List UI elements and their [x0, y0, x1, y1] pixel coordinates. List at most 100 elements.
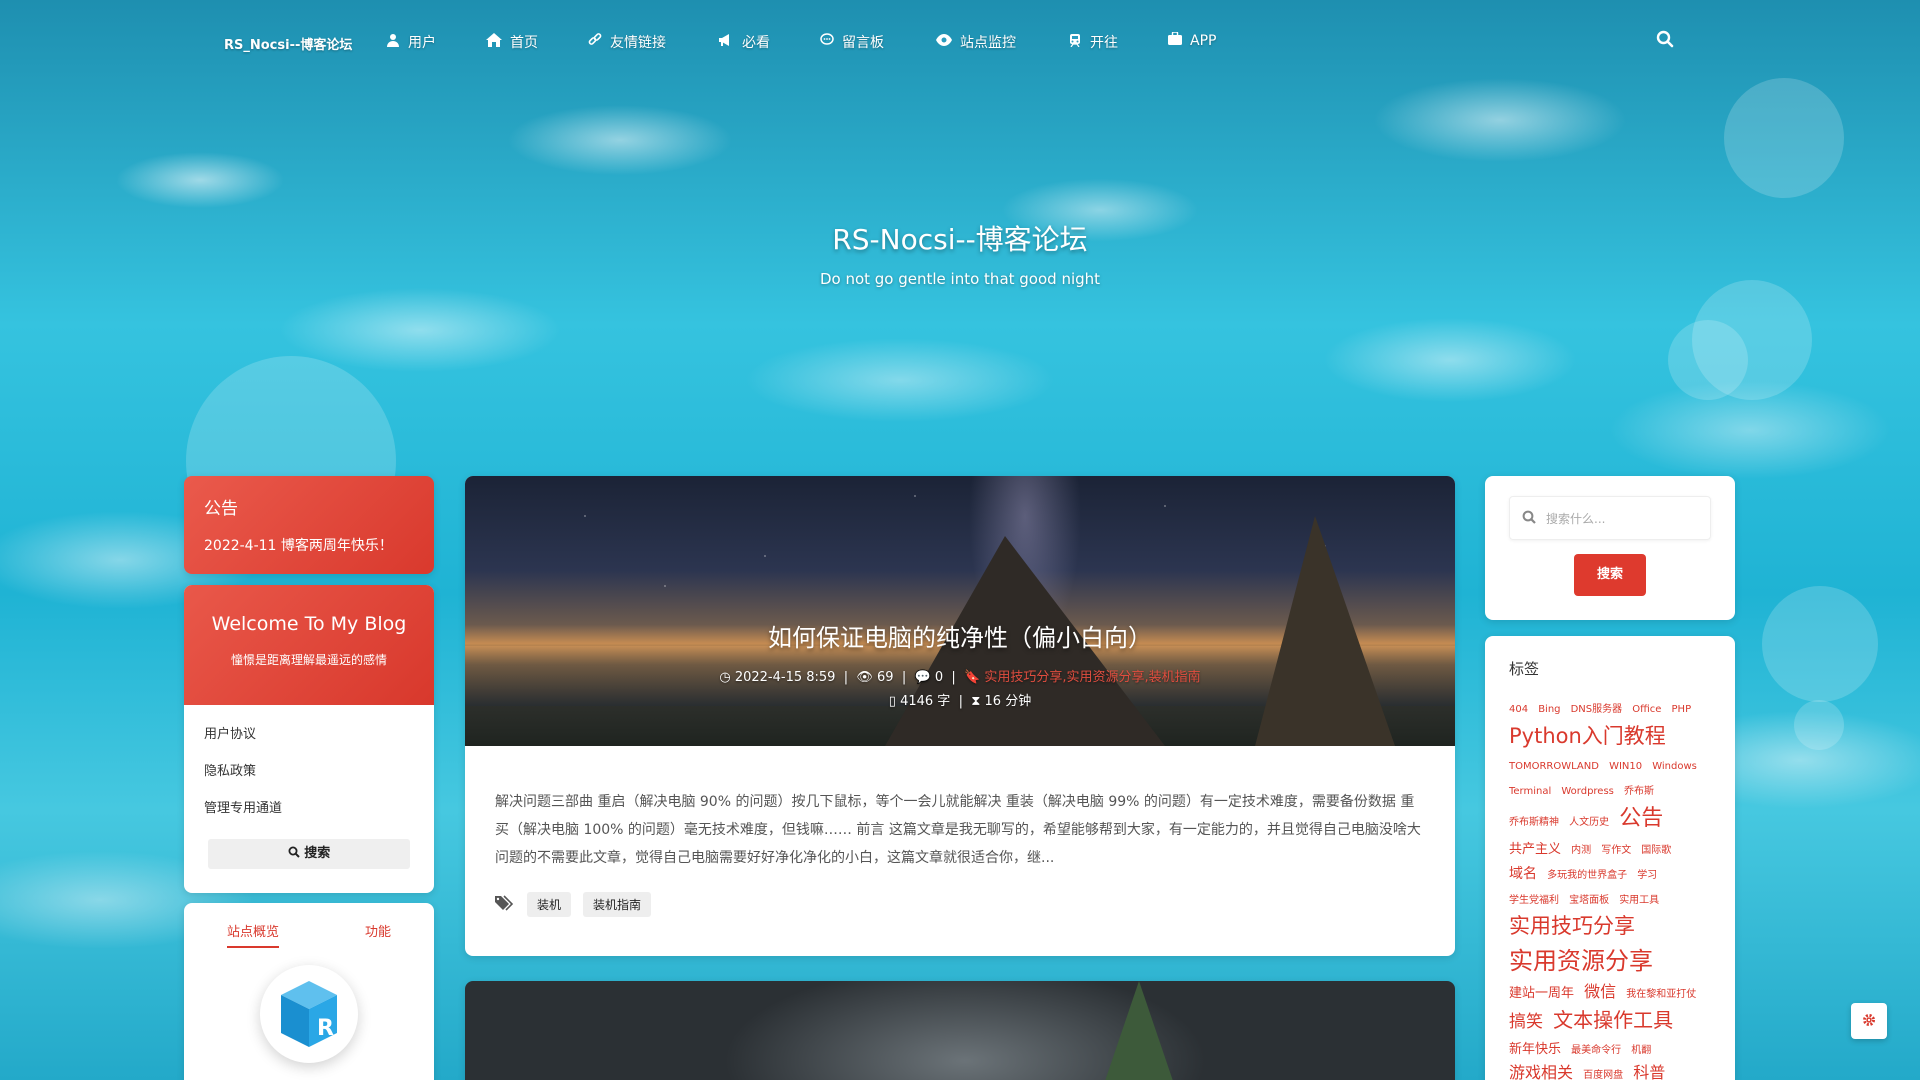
eye-icon: [936, 34, 952, 50]
tag-cloud-item[interactable]: 百度网盘: [1583, 1070, 1623, 1080]
home-icon: [486, 33, 502, 51]
tag-cloud-item[interactable]: 内测: [1571, 845, 1591, 856]
nav-label: 必看: [742, 35, 770, 51]
link-privacy-policy[interactable]: 隐私政策: [204, 760, 414, 779]
welcome-links: 用户协议 隐私政策 管理专用通道: [184, 705, 434, 816]
nav-label: 用户: [408, 35, 436, 51]
comment-icon: 💬: [914, 670, 931, 685]
tag-cloud-item[interactable]: 多玩我的世界盒子: [1547, 870, 1627, 881]
decor-bubble: [1668, 320, 1748, 400]
notice-title: 公告: [204, 499, 238, 519]
link-icon: [588, 33, 602, 51]
post-views: 69: [877, 670, 894, 685]
tag-cloud-item[interactable]: 学生党福利: [1509, 895, 1559, 906]
tag-cloud-item[interactable]: 学习: [1637, 870, 1657, 881]
search-card: 搜索什么... 搜索: [1485, 476, 1735, 620]
post-read-time: 16 分钟: [984, 694, 1032, 709]
tag-cloud-item[interactable]: 文本操作工具: [1553, 1008, 1673, 1032]
post-card[interactable]: 如何保证电脑的纯净性（偏小白向） ◷ 2022-4-15 8:59 | 👁 69…: [465, 476, 1455, 956]
link-user-agreement[interactable]: 用户协议: [204, 723, 414, 742]
post-categories[interactable]: 实用技巧分享,实用资源分享,装机指南: [984, 670, 1200, 685]
tag-cloud-item[interactable]: 实用资源分享: [1509, 947, 1653, 975]
train-icon: [1068, 33, 1082, 51]
sidebar-search-button[interactable]: 搜索: [208, 839, 410, 869]
search-icon: [288, 846, 305, 861]
search-icon[interactable]: [1656, 30, 1676, 50]
post-date: 2022-4-15 8:59: [734, 670, 836, 685]
post-tag[interactable]: 装机指南: [583, 892, 652, 917]
nav-site-monitor[interactable]: 站点监控: [936, 32, 1016, 52]
tag-cloud-item[interactable]: Windows: [1652, 761, 1697, 772]
search-icon: [1522, 510, 1536, 527]
tag-cloud-item[interactable]: 机翻: [1631, 1045, 1651, 1056]
tab-functions[interactable]: 功能: [365, 921, 391, 948]
tag-cloud-item[interactable]: 科普: [1633, 1063, 1665, 1080]
nav-home[interactable]: 首页: [486, 32, 538, 52]
tag-cloud-item[interactable]: 乔布斯: [1624, 786, 1654, 797]
tag-cloud-item[interactable]: 搞笑: [1509, 1012, 1543, 1032]
clock-icon: ◷: [719, 670, 731, 685]
nav-label: 站点监控: [960, 35, 1016, 51]
tag-cloud-item[interactable]: 404: [1509, 704, 1528, 715]
nav-must-read[interactable]: 必看: [718, 32, 770, 52]
brand-link[interactable]: RS_Nocsi--博客论坛: [224, 34, 352, 53]
post-word-count: 4146 字: [900, 694, 951, 709]
comment-icon: [820, 33, 834, 51]
notice-content: 2022-4-11 博客两周年快乐！: [204, 538, 393, 554]
tag-cloud-item[interactable]: WIN10: [1609, 761, 1642, 772]
document-icon: ▯: [888, 694, 896, 709]
nav-label: 首页: [510, 35, 538, 51]
tab-site-overview[interactable]: 站点概览: [226, 921, 279, 948]
eye-icon: 👁: [856, 670, 873, 685]
welcome-subtitle: 憧憬是距离理解最遥远的感情: [230, 653, 387, 667]
tag-cloud-item[interactable]: 实用工具: [1619, 895, 1659, 906]
tag-cloud-item[interactable]: 新年快乐: [1509, 1042, 1561, 1057]
notice-card: 公告 2022-4-11 博客两周年快乐！: [184, 476, 434, 574]
tag-cloud-item[interactable]: 公告: [1619, 806, 1663, 831]
site-overview-card: 站点概览 功能 R: [184, 903, 434, 1080]
post-cover-image[interactable]: [1105, 981, 1173, 1080]
site-logo: R: [260, 965, 358, 1063]
tag-cloud-item[interactable]: 乔布斯精神: [1509, 817, 1559, 828]
nav-guestbook[interactable]: 留言板: [820, 32, 884, 52]
tag-cloud-item[interactable]: 域名: [1509, 866, 1537, 882]
tag-cloud-card: 标签 404 Bing DNS服务器 Office PHP Python入门教程…: [1485, 636, 1735, 1080]
tag-cloud-item[interactable]: Office: [1632, 704, 1661, 715]
post-card[interactable]: [465, 981, 1455, 1080]
tag-cloud-item[interactable]: 实用技巧分享: [1509, 914, 1635, 938]
post-cover-image[interactable]: 如何保证电脑的纯净性（偏小白向） ◷ 2022-4-15 8:59 | 👁 69…: [465, 476, 1455, 746]
settings-button[interactable]: [1851, 1003, 1887, 1039]
search-button-label: 搜索: [304, 846, 331, 861]
tag-cloud-item[interactable]: Python入门教程: [1509, 724, 1666, 748]
nav-travelling[interactable]: 开往: [1068, 32, 1118, 52]
nav-label: 友情链接: [610, 35, 666, 51]
tag-cloud-item[interactable]: 写作文: [1601, 845, 1631, 856]
decor-bubble: [1794, 700, 1844, 750]
search-placeholder: 搜索什么...: [1546, 511, 1606, 526]
tag-cloud-item[interactable]: DNS服务器: [1571, 704, 1623, 715]
tag-cloud-item[interactable]: 最美命令行: [1571, 1045, 1621, 1056]
tag-cloud-item[interactable]: 共产主义: [1509, 842, 1561, 857]
tag-cloud-item[interactable]: 宝塔面板: [1569, 895, 1609, 906]
post-tag[interactable]: 装机: [527, 892, 572, 917]
link-admin-channel[interactable]: 管理专用通道: [204, 797, 414, 816]
tag-cloud-item[interactable]: Terminal: [1509, 786, 1551, 797]
nav-friend-links[interactable]: 友情链接: [588, 32, 666, 52]
tag-cloud-item[interactable]: PHP: [1672, 704, 1692, 715]
nav-app[interactable]: APP: [1168, 31, 1217, 49]
tag-cloud-item[interactable]: 国际歌: [1641, 845, 1671, 856]
tag-cloud-item[interactable]: 我在黎和亚打仗: [1626, 989, 1696, 1000]
nav-user[interactable]: 用户: [386, 32, 436, 52]
tag-cloud-item[interactable]: 微信: [1584, 982, 1616, 1001]
nav-label: APP: [1190, 32, 1217, 49]
tag-cloud-item[interactable]: 人文历史: [1569, 817, 1609, 828]
tag-cloud-item[interactable]: 游戏相关: [1509, 1063, 1573, 1080]
tag-cloud-item[interactable]: 建站一周年: [1509, 986, 1574, 1001]
search-button[interactable]: 搜索: [1574, 554, 1646, 596]
tag-cloud-item[interactable]: Wordpress: [1561, 786, 1614, 797]
tag-cloud-item[interactable]: TOMORROWLAND: [1509, 761, 1599, 772]
tag-cloud-item[interactable]: Bing: [1538, 704, 1560, 715]
search-input[interactable]: 搜索什么...: [1509, 496, 1711, 540]
hero-subtitle: Do not go gentle into that good night: [819, 270, 1101, 288]
post-title[interactable]: 如何保证电脑的纯净性（偏小白向）: [465, 618, 1455, 653]
